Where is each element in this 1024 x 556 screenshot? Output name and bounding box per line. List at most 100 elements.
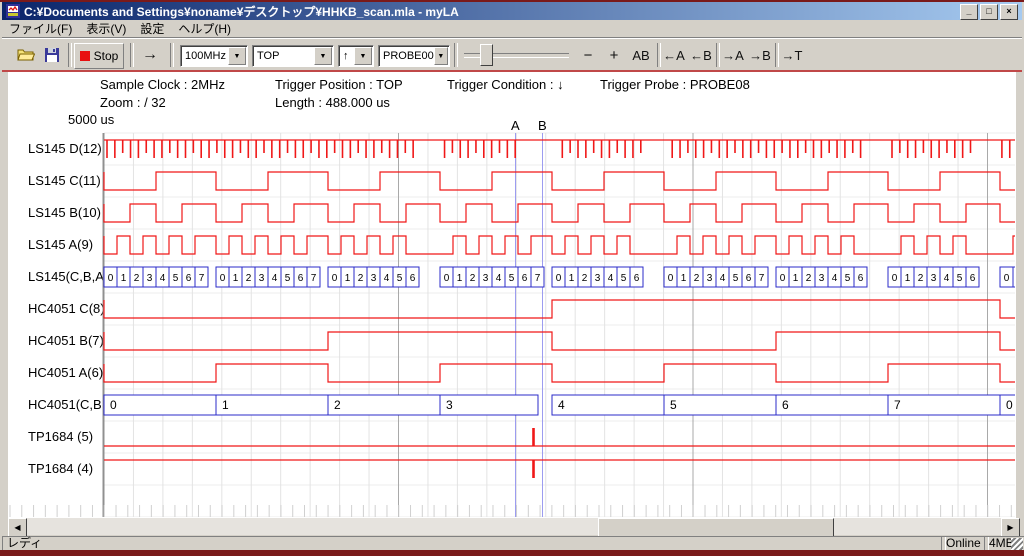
scroll-right-icon[interactable]: ▶ (1001, 518, 1020, 537)
svg-text:6: 6 (186, 273, 192, 284)
svg-text:7: 7 (759, 273, 765, 284)
chevron-down-icon[interactable]: ▼ (354, 47, 372, 65)
trigger-position-combo[interactable]: TOP ▼ (252, 45, 334, 67)
toolbar-separator (68, 43, 72, 67)
toolbar-separator (657, 43, 661, 67)
trigger-probe-combo[interactable]: PROBE00 ▼ (378, 45, 450, 67)
waveform-LS145-B-10- (104, 204, 1015, 222)
sample-clock-value: 100MHz (181, 50, 228, 62)
svg-text:2: 2 (694, 273, 700, 284)
app-icon (6, 4, 20, 18)
desktop-strip-bottom (0, 550, 1024, 556)
waveform-HC4051-C-8- (104, 300, 1015, 318)
svg-text:3: 3 (819, 273, 825, 284)
scrollbar-thumb[interactable] (598, 518, 834, 537)
maximize-button[interactable]: □ (980, 4, 998, 20)
sample-clock-combo[interactable]: 100MHz ▼ (180, 45, 248, 67)
svg-text:0: 0 (110, 398, 117, 412)
floppy-icon (45, 48, 59, 62)
zoom-in-button[interactable]: + (604, 44, 624, 66)
svg-text:2: 2 (470, 273, 476, 284)
waveform-HC4051-A-6- (104, 364, 1015, 382)
chevron-down-icon[interactable]: ▼ (228, 47, 246, 65)
svg-text:4: 4 (384, 273, 390, 284)
svg-text:1: 1 (793, 273, 799, 284)
svg-text:6: 6 (782, 398, 789, 412)
save-button[interactable] (40, 43, 64, 67)
svg-text:5: 5 (397, 273, 403, 284)
svg-text:2: 2 (358, 273, 364, 284)
svg-text:4: 4 (558, 398, 565, 412)
svg-text:5: 5 (621, 273, 627, 284)
run-button[interactable]: → (136, 44, 164, 66)
stop-label: Stop (94, 49, 119, 63)
waveform-plot[interactable]: 0123456701234567012345601234567012345601… (8, 73, 1015, 517)
svg-text:2: 2 (806, 273, 812, 284)
scroll-left-icon[interactable]: ◀ (8, 518, 27, 537)
svg-text:2: 2 (246, 273, 252, 284)
toolbar: Stop → 100MHz ▼ TOP ▼ ↑ ▼ PROBE00 ▼ − + … (2, 38, 1022, 71)
chevron-down-icon[interactable]: ▼ (434, 47, 448, 65)
svg-text:0: 0 (556, 273, 562, 284)
menu-view[interactable]: 表示(V) (79, 19, 133, 38)
status-ready: レディ (2, 536, 946, 551)
goto-trigger-button[interactable]: →T (780, 44, 804, 66)
svg-text:1: 1 (569, 273, 575, 284)
svg-text:7: 7 (311, 273, 317, 284)
svg-text:4: 4 (272, 273, 278, 284)
svg-text:3: 3 (931, 273, 937, 284)
svg-text:4: 4 (720, 273, 726, 284)
menu-file[interactable]: ファイル(F) (2, 19, 79, 38)
menu-settings[interactable]: 設定 (133, 19, 171, 38)
cursor-b-right-button[interactable]: →B (748, 44, 772, 66)
cursor-a-right-button[interactable]: →A (721, 44, 745, 66)
svg-text:4: 4 (160, 273, 166, 284)
open-button[interactable] (14, 43, 38, 67)
toolbar-separator (775, 43, 779, 67)
chevron-down-icon[interactable]: ▼ (314, 47, 332, 65)
svg-text:7: 7 (535, 273, 541, 284)
svg-text:3: 3 (147, 273, 153, 284)
svg-text:4: 4 (608, 273, 614, 284)
waveform-HC4051-B-7- (104, 332, 1015, 350)
svg-text:3: 3 (446, 398, 453, 412)
svg-text:3: 3 (371, 273, 377, 284)
cursor-b-left-button[interactable]: ←B (689, 44, 713, 66)
stop-icon (80, 51, 90, 61)
close-button[interactable]: × (1000, 4, 1018, 20)
waveform-LS145-A-9- (104, 236, 1015, 254)
svg-text:1: 1 (681, 273, 687, 284)
svg-text:4: 4 (496, 273, 502, 284)
trigger-probe-value: PROBE00 (379, 50, 434, 62)
svg-text:6: 6 (970, 273, 976, 284)
waveform-HC4051-C-B-A-: 012345670 (104, 395, 1015, 415)
svg-text:6: 6 (410, 273, 416, 284)
svg-text:5: 5 (670, 398, 677, 412)
cursor-a-left-button[interactable]: ←A (662, 44, 686, 66)
minimize-button[interactable]: _ (960, 4, 978, 20)
svg-text:2: 2 (334, 398, 341, 412)
zoom-ab-button[interactable]: AB (630, 44, 652, 66)
resize-grip[interactable] (1011, 538, 1023, 550)
zoom-slider-thumb[interactable] (480, 44, 493, 66)
svg-text:5: 5 (845, 273, 851, 284)
title-bar[interactable]: C:¥Documents and Settings¥noname¥デスクトップ¥… (2, 2, 1022, 20)
zoom-out-button[interactable]: − (577, 44, 599, 66)
svg-text:5: 5 (957, 273, 963, 284)
svg-text:0: 0 (108, 273, 114, 284)
horizontal-scrollbar[interactable]: ◀ ▶ (8, 518, 1020, 535)
trigger-edge-combo[interactable]: ↑ ▼ (338, 45, 374, 67)
svg-text:5: 5 (285, 273, 291, 284)
status-bar: レディ Online 4MBit (0, 536, 1024, 550)
toolbar-separator (170, 43, 174, 67)
mylа-window: { "window": { "title": "C:¥Documents and… (0, 0, 1024, 556)
window-title: C:¥Documents and Settings¥noname¥デスクトップ¥… (24, 3, 459, 20)
status-online: Online (941, 536, 989, 551)
svg-text:2: 2 (134, 273, 140, 284)
menu-help[interactable]: ヘルプ(H) (171, 19, 238, 38)
svg-text:0: 0 (892, 273, 898, 284)
svg-text:0: 0 (1004, 273, 1010, 284)
svg-text:6: 6 (634, 273, 640, 284)
stop-button[interactable]: Stop (74, 43, 124, 69)
svg-text:0: 0 (1006, 398, 1013, 412)
